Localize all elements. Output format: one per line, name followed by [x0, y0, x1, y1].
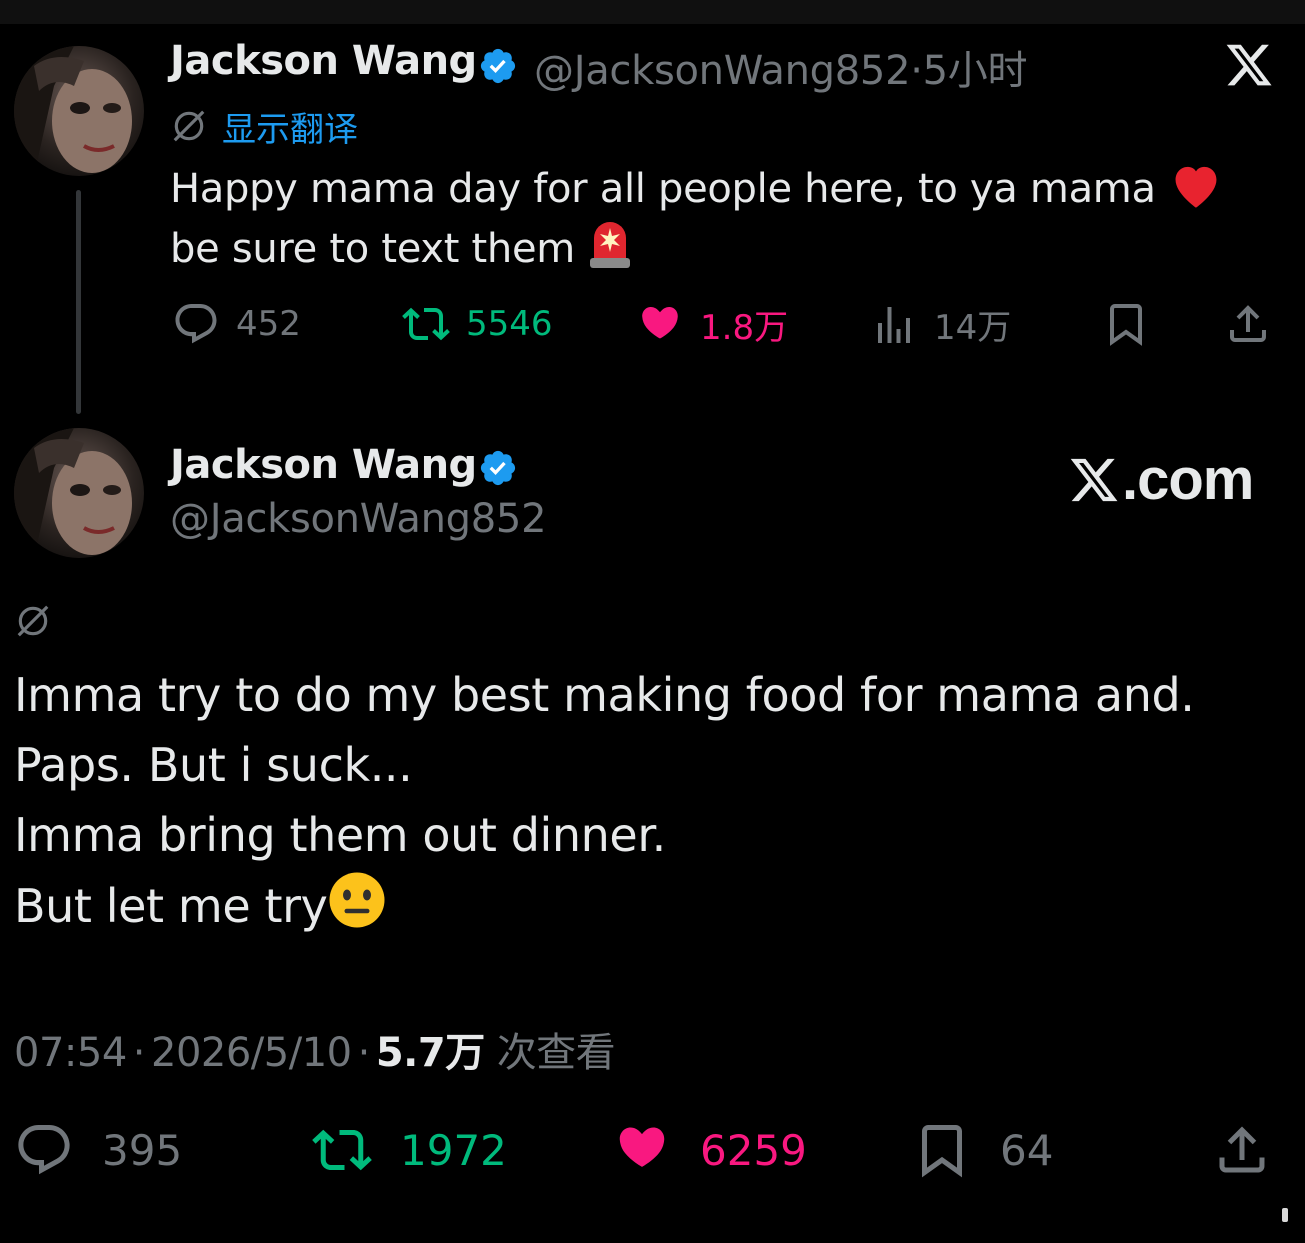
retweet-count: 1972: [400, 1125, 507, 1175]
like-count: 6259: [700, 1125, 807, 1175]
bookmark-icon: [922, 1125, 962, 1178]
separator: ·: [357, 1030, 371, 1076]
tweet-line: be sure to text them: [170, 218, 1270, 278]
author-handle[interactable]: @JacksonWang852·5小时: [534, 38, 1028, 96]
tweet-line: Imma try to do my best making food for m…: [14, 668, 1195, 722]
globe-slash-icon[interactable]: [14, 602, 52, 640]
bookmark-icon: [1110, 304, 1142, 346]
tweet-time[interactable]: 07:54: [14, 1030, 127, 1076]
heart-icon: [619, 1127, 665, 1167]
reply-count: 395: [102, 1125, 183, 1175]
status-bar: [0, 0, 1305, 24]
separator: ·: [132, 1030, 146, 1076]
like-button[interactable]: 1.8万: [636, 300, 788, 349]
retweet-icon: [312, 1129, 372, 1171]
separator: ·: [910, 48, 923, 94]
watermark-text: .com: [1122, 447, 1254, 512]
show-translation-label: 显示翻译: [222, 109, 358, 150]
share-icon: [1230, 305, 1266, 342]
share-button[interactable]: [1224, 300, 1272, 348]
heart-icon: [642, 306, 678, 339]
views-count: 5.7万: [375, 1030, 485, 1076]
author-name[interactable]: Jackson Wang: [170, 442, 477, 488]
retweet-button[interactable]: 1972: [312, 1120, 507, 1180]
show-translation[interactable]: 显示翻译: [170, 104, 358, 150]
author-name[interactable]: Jackson Wang: [170, 38, 477, 84]
timestamp[interactable]: 5小时: [923, 48, 1028, 94]
retweet-count: 5546: [466, 304, 553, 344]
bookmark-button[interactable]: [1102, 300, 1150, 348]
tweet-text: Happy mama day for all people here, to y…: [170, 160, 1270, 278]
share-button[interactable]: [1212, 1120, 1272, 1180]
x-logo-icon[interactable]: [1224, 40, 1274, 90]
tweet-line: Imma bring them out dinner.: [14, 808, 666, 862]
tweet-line: Happy mama day for all people here, to y…: [170, 160, 1270, 218]
retweet-button[interactable]: 5546: [402, 300, 553, 348]
corner-mark: [1282, 1208, 1288, 1222]
views-label: 次查看: [496, 1030, 616, 1076]
retweet-icon: [402, 307, 450, 341]
tweet-line: But let me try: [14, 870, 1294, 941]
tweet-actions: 395 1972 6259 64: [0, 1120, 1305, 1184]
x-logo-icon: [1070, 458, 1118, 501]
reply-button[interactable]: 395: [14, 1120, 182, 1180]
reply-icon: [175, 304, 217, 344]
tweet-date[interactable]: 2026/5/10: [151, 1030, 352, 1076]
share-icon: [1219, 1126, 1265, 1173]
reply-count: 452: [236, 304, 301, 344]
bookmark-count: 64: [1000, 1125, 1054, 1175]
handle-text: @JacksonWang852: [534, 48, 911, 94]
tweet-text: Imma try to do my best making food for m…: [14, 660, 1294, 941]
like-button[interactable]: 6259: [612, 1120, 807, 1180]
views-count: 14万: [934, 308, 1012, 348]
avatar[interactable]: [14, 428, 144, 558]
neutral-face-emoji: [329, 872, 385, 928]
verified-badge-icon: [480, 48, 516, 84]
tweet-line: Paps. But i suck...: [14, 738, 413, 792]
views-button[interactable]: 14万: [870, 300, 1011, 349]
bookmark-button[interactable]: 64: [912, 1120, 1053, 1180]
verified-badge-icon: [480, 450, 516, 486]
red-heart-emoji: [1175, 166, 1217, 208]
watermark: .com: [1068, 446, 1254, 513]
tweet-actions: 452 5546 1.8万 14万: [0, 300, 1305, 350]
like-count: 1.8万: [700, 308, 789, 348]
reply-icon: [18, 1125, 70, 1175]
author-handle[interactable]: @JacksonWang852: [170, 496, 547, 542]
avatar[interactable]: [14, 46, 144, 176]
tweet-meta: 07:54 · 2026/5/10 · 5.7万 次查看: [14, 1020, 616, 1078]
views-icon: [878, 306, 910, 343]
globe-slash-icon: [173, 110, 205, 142]
reply-button[interactable]: 452: [172, 300, 301, 348]
police-light-emoji: [590, 222, 631, 268]
